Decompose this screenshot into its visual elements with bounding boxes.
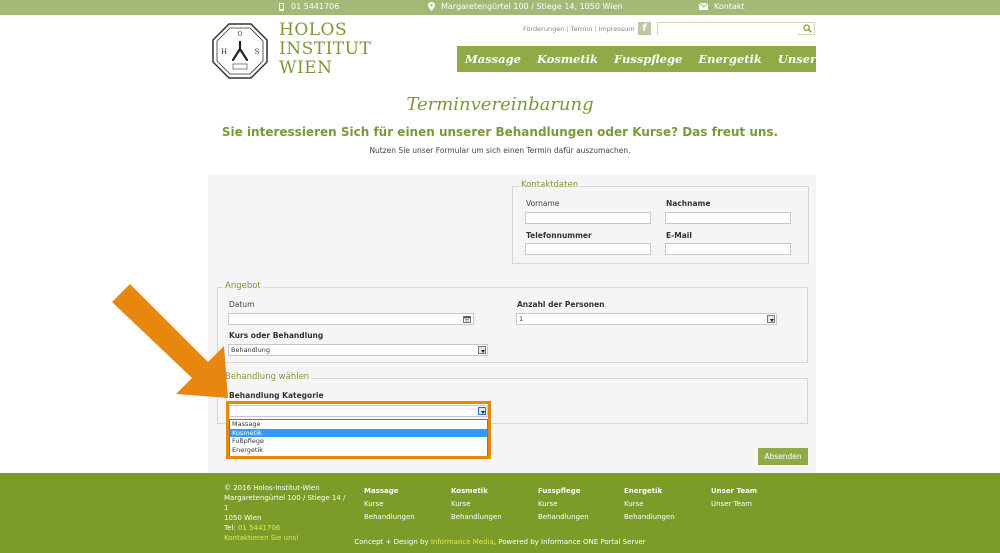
footer-link-behandlungen[interactable]: Behandlungen <box>624 511 675 524</box>
submit-button[interactable]: Absenden <box>758 448 808 465</box>
footer-tel-link[interactable]: 01 5441706 <box>238 524 280 532</box>
footer-col-kosmetik: Kosmetik Kurse Behandlungen <box>451 485 502 524</box>
footer-link-behandlungen[interactable]: Behandlungen <box>451 511 502 524</box>
nav-kosmetik[interactable]: Kosmetik <box>537 52 598 66</box>
input-datum[interactable] <box>228 313 474 325</box>
address-text: Margaretengürtel 100 / Stiege 14, 1050 W… <box>441 2 623 11</box>
footer-link-unser-team[interactable]: Unser Team <box>711 498 757 511</box>
chevron-down-icon <box>478 346 486 354</box>
site-header: O H S HOLOS INSTITUT WIEN Förderungen | Te… <box>0 15 1000 82</box>
logo-wordmark[interactable]: HOLOS INSTITUT WIEN <box>279 21 371 78</box>
label-telefonnummer: Telefonnummer <box>526 231 592 240</box>
dropdown-highlight-frame <box>226 401 491 459</box>
credit-prefix: Concept + Design by <box>354 538 429 546</box>
contact-label: Kontakt <box>714 2 745 11</box>
footer-col-title[interactable]: Unser Team <box>711 485 757 498</box>
map-pin-icon <box>428 2 435 11</box>
label-anzahl-personen: Anzahl der Personen <box>517 300 605 309</box>
footer-credits: Concept + Design by Informance Media, Po… <box>0 538 1000 546</box>
footer-address-line-2: 1050 Wien <box>224 514 262 522</box>
label-nachname: Nachname <box>666 199 711 208</box>
footer-col-title[interactable]: Massage <box>364 485 415 498</box>
nav-massage[interactable]: Massage <box>465 52 521 66</box>
credit-suffix: , Powered by Informance ONE Portal Serve… <box>493 538 646 546</box>
orange-arrow-icon <box>112 284 228 398</box>
page-intro: Nutzen Sie unser Formular um sich einen … <box>369 146 631 155</box>
search-input[interactable] <box>658 30 798 42</box>
footer-col-title[interactable]: Energetik <box>624 485 675 498</box>
phone-number: 01 5441706 <box>291 2 340 11</box>
page-subtitle: Sie interessieren Sich für einen unserer… <box>221 125 779 139</box>
calendar-icon[interactable] <box>463 315 471 323</box>
select-anzahl-value: 1 <box>519 315 524 323</box>
footer-col-fusspflege: Fusspflege Kurse Behandlungen <box>538 485 589 524</box>
svg-text:H: H <box>221 48 227 56</box>
footer-tel-label: Tel: <box>224 524 236 532</box>
select-kurs-behandlung[interactable]: Behandlung <box>228 344 488 356</box>
search-icon[interactable] <box>803 24 812 33</box>
footer-link-kurse[interactable]: Kurse <box>624 498 675 511</box>
footer-link-behandlungen[interactable]: Behandlungen <box>538 511 589 524</box>
svg-text:O: O <box>238 31 243 38</box>
label-behandlung-kategorie: Behandlung Kategorie <box>229 391 324 400</box>
legend-kontaktdaten: Kontaktdaten <box>519 180 581 190</box>
footer-link-kurse[interactable]: Kurse <box>538 498 589 511</box>
select-anzahl-personen[interactable]: 1 <box>516 313 777 325</box>
main-navigation: Massage Kosmetik Fusspflege Energetik Un… <box>457 46 854 72</box>
credit-agency-link[interactable]: Informance Media <box>431 538 494 546</box>
input-vorname[interactable] <box>525 212 651 224</box>
page-title: Terminvereinbarung <box>406 94 594 115</box>
footer-link-kurse[interactable]: Kurse <box>451 498 502 511</box>
footer-address-line-1: Margaretengürtel 100 / Stiege 14 / 1 <box>224 494 346 512</box>
label-vorname: Vorname <box>526 199 560 208</box>
label-kurs-behandlung: Kurs oder Behandlung <box>229 331 324 340</box>
contact-link[interactable]: Kontakt <box>699 2 745 11</box>
footer-link-behandlungen[interactable]: Behandlungen <box>364 511 415 524</box>
svg-text:S: S <box>255 48 260 56</box>
footer-col-title[interactable]: Fusspflege <box>538 485 589 498</box>
search-box <box>657 22 815 42</box>
logo-line-1: HOLOS <box>279 20 348 40</box>
footer-address: © 2016 Holos-Institut-Wien Margaretengür… <box>224 483 349 543</box>
phone-icon <box>279 2 284 11</box>
link-foerderungen[interactable]: Förderungen <box>523 25 564 33</box>
envelope-icon <box>699 3 708 10</box>
footer-col-energetik: Energetik Kurse Behandlungen <box>624 485 675 524</box>
footer-copyright: © 2016 Holos-Institut-Wien <box>224 484 320 492</box>
footer-col-title[interactable]: Kosmetik <box>451 485 502 498</box>
footer-phone: Tel: 01 5441706 <box>224 523 349 533</box>
footer-col-unser-team: Unser Team Unser Team <box>711 485 757 511</box>
label-email: E-Mail <box>666 231 692 240</box>
link-impressum[interactable]: Impressum <box>598 25 634 33</box>
logo-line-3: WIEN <box>279 58 333 78</box>
input-nachname[interactable] <box>665 212 791 224</box>
holos-logo-icon[interactable]: O H S <box>212 23 268 79</box>
nav-unser-team[interactable]: Unser Team <box>778 52 854 66</box>
link-termin[interactable]: Termin <box>571 25 593 33</box>
input-email[interactable] <box>665 243 791 255</box>
top-contact-bar: 01 5441706 Margaretengürtel 100 / Stiege… <box>0 0 1000 15</box>
facebook-icon[interactable]: f <box>638 22 651 35</box>
utility-links: Förderungen | Termin | Impressum <box>523 25 635 33</box>
nav-fusspflege[interactable]: Fusspflege <box>614 52 682 66</box>
address-contact: Margaretengürtel 100 / Stiege 14, 1050 W… <box>428 2 622 11</box>
phone-contact[interactable]: 01 5441706 <box>278 2 339 11</box>
footer-col-massage: Massage Kurse Behandlungen <box>364 485 415 524</box>
footer-link-kurse[interactable]: Kurse <box>364 498 415 511</box>
input-telefonnummer[interactable] <box>525 243 651 255</box>
chevron-down-icon <box>767 315 775 323</box>
logo-line-2: INSTITUT <box>279 39 372 59</box>
nav-energetik[interactable]: Energetik <box>698 52 762 66</box>
site-footer: © 2016 Holos-Institut-Wien Margaretengür… <box>0 473 1000 553</box>
